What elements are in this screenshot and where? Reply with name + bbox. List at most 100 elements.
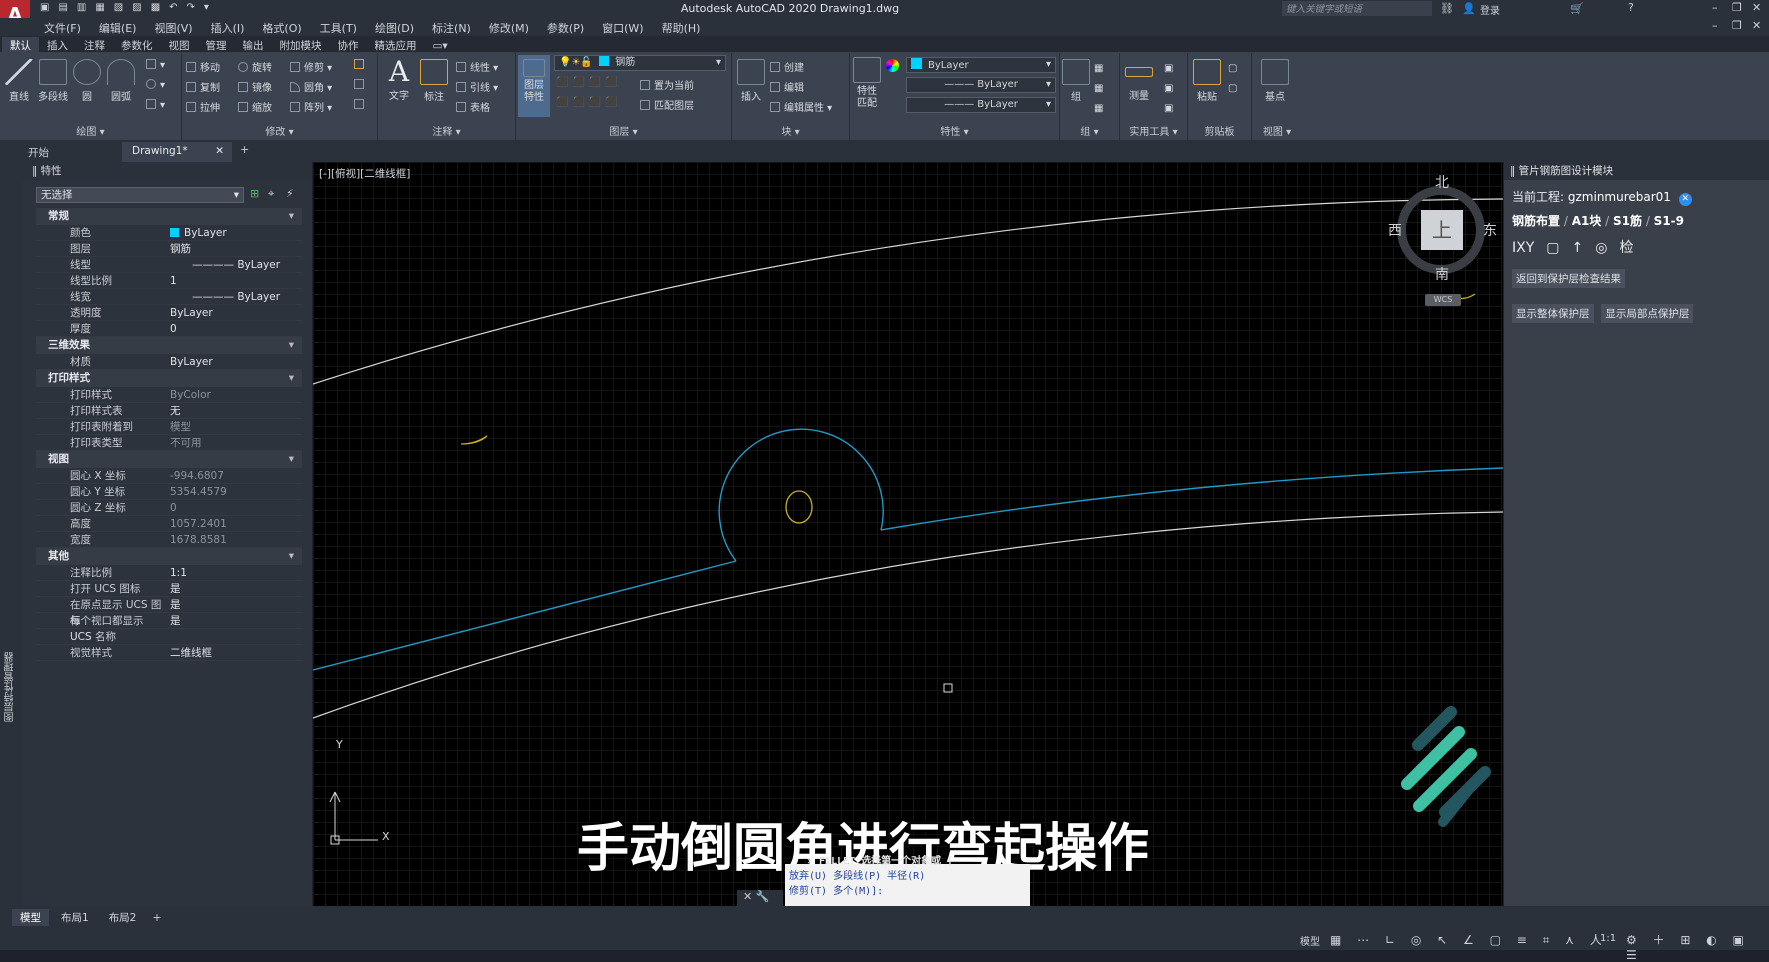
lineweight-dropdown[interactable]: ——— ByLayer ▾ — [906, 97, 1056, 113]
polyline-button[interactable]: 多段线 — [36, 59, 70, 103]
rotate-button[interactable]: 旋转 — [238, 59, 272, 74]
property-value[interactable]: 1:1 — [166, 565, 302, 580]
box-icon[interactable]: ▢ — [1546, 240, 1559, 256]
status-tools[interactable]: ▦ ⋯ ∟ ◎ ↖ ∠ ▢ ≡ ⌗ ⋏ 人 — [1330, 931, 1608, 948]
property-value[interactable]: -994.6807 — [166, 468, 302, 483]
panel-grip[interactable]: ‖ — [1510, 165, 1519, 177]
help-icon[interactable]: ? — [1628, 1, 1634, 14]
menu-item-2[interactable]: 视图(V) — [154, 20, 192, 36]
clipboard-tools[interactable]: ▢ ▢ — [1228, 59, 1237, 99]
layer-manager-vertical-label[interactable]: 图层特性管理器 — [3, 652, 18, 722]
arc-button[interactable]: 圆弧 — [106, 59, 136, 103]
property-value[interactable]: ———— ByLayer — [166, 289, 302, 304]
property-value[interactable]: 1678.8581 — [166, 532, 302, 547]
property-value[interactable]: 0 — [166, 321, 302, 336]
mirror-button[interactable]: 镜像 — [238, 79, 272, 94]
property-row[interactable]: 圆心 Y 坐标 5354.4579 — [36, 484, 302, 500]
breadcrumb-item[interactable]: A1块 — [1572, 214, 1602, 228]
show-local-cover-button[interactable]: 显示局部点保护层 — [1601, 304, 1694, 323]
layer-properties-button[interactable]: 图层 特性 — [518, 55, 550, 117]
viewcube[interactable]: 上 北 南 西 东 WCS — [1383, 174, 1503, 306]
property-value[interactable]: ByLayer — [166, 354, 302, 369]
camera-icon[interactable]: ◎ — [1595, 240, 1607, 256]
ribbon-tab-5[interactable]: 管理 — [198, 37, 235, 54]
property-row[interactable]: UCS 名称 — [36, 629, 302, 645]
ribbon-tab-3[interactable]: 参数化 — [113, 37, 161, 54]
menu-item-0[interactable]: 文件(F) — [44, 20, 81, 36]
restore-button[interactable]: ❐ — [1732, 1, 1742, 14]
move-button[interactable]: 移动 — [186, 59, 220, 74]
ribbon-tab-4[interactable]: 视图 — [161, 37, 198, 54]
new-tab-button[interactable]: + — [240, 143, 249, 156]
property-value[interactable]: ByColor — [166, 387, 302, 402]
copy-button[interactable]: 复制 — [186, 79, 220, 94]
stretch-button[interactable]: 拉伸 — [186, 99, 220, 114]
hatch-tool[interactable]: ▾ — [146, 79, 165, 91]
status-right-tools[interactable]: ⚙ ＋ ⊞ ◐ ▣ ☰ — [1626, 931, 1769, 962]
ribbon-tab-0[interactable]: 默认 — [2, 37, 39, 54]
property-row[interactable]: 宽度 1678.8581 — [36, 532, 302, 548]
show-whole-cover-button[interactable]: 显示整体保护层 — [1512, 304, 1594, 323]
cart-icon[interactable]: 🛒 — [1570, 2, 1584, 15]
property-row[interactable]: 线型比例 1 — [36, 273, 302, 289]
doc-minimize-button[interactable]: – — [1712, 19, 1718, 32]
region-tool[interactable]: ▾ — [146, 99, 165, 111]
menu-item-10[interactable]: 窗口(W) — [602, 20, 643, 36]
section-header[interactable]: 打印样式 — [36, 370, 302, 387]
scale-button[interactable]: 缩放 — [238, 99, 272, 114]
property-row[interactable]: 线型 ———— ByLayer — [36, 257, 302, 273]
doc-close-button[interactable]: ✕ — [1752, 19, 1761, 32]
property-row[interactable]: 材质 ByLayer — [36, 354, 302, 370]
line-button[interactable]: 直线 — [4, 59, 34, 103]
layer-tools-row1[interactable]: ⬛⬛⬛⬛ — [556, 77, 622, 88]
doc-restore-button[interactable]: ❐ — [1732, 19, 1742, 32]
compass-east[interactable]: 东 — [1483, 220, 1497, 240]
property-value[interactable]: 不可用 — [166, 435, 302, 450]
insert-button[interactable]: 插入 — [736, 59, 766, 103]
group-tools[interactable]: ▦ ▦ ▦ — [1094, 59, 1103, 119]
color-wheel-icon[interactable] — [886, 59, 899, 72]
breadcrumb-item[interactable]: S1筋 — [1613, 214, 1642, 228]
fillet-button[interactable]: 圆角 ▾ — [290, 79, 332, 94]
model-space-toggle[interactable]: 模型 — [1300, 933, 1320, 948]
group-button[interactable]: 组 — [1062, 59, 1090, 103]
layer-dropdown[interactable]: 💡☀🔓 钢筋 ▾ — [554, 55, 726, 71]
property-row[interactable]: 圆心 X 坐标 -994.6807 — [36, 468, 302, 484]
property-value[interactable]: 1 — [166, 273, 302, 288]
property-row[interactable]: 颜色 ByLayer — [36, 225, 302, 241]
toggle-pickadd-icon[interactable]: ⊞ — [250, 187, 259, 200]
edit-block-button[interactable]: 编辑 — [770, 79, 804, 94]
linetype-dropdown[interactable]: ——— ByLayer ▾ — [906, 77, 1056, 93]
property-value[interactable]: 二维线框 — [166, 645, 302, 660]
property-row[interactable]: 打开 UCS 图标 是 — [36, 581, 302, 597]
property-value[interactable]: 0 — [166, 500, 302, 515]
property-row[interactable]: 视觉样式 二维线框 — [36, 645, 302, 661]
table-button[interactable]: 表格 — [456, 99, 490, 114]
selection-dropdown[interactable]: 无选择 ▾ — [36, 187, 244, 203]
ribbon-view-toggle-icon[interactable]: ▭▾ — [425, 39, 456, 53]
binoculars-icon[interactable]: ⛓ — [1440, 2, 1454, 15]
breadcrumb-item[interactable]: 钢筋布置 — [1512, 214, 1560, 228]
layout-tab-1[interactable]: 布局1 — [53, 909, 97, 926]
leader-button[interactable]: 引线 ▾ — [456, 79, 498, 94]
section-header[interactable]: 常规 — [36, 208, 302, 225]
search-input[interactable]: 键入关键字或短语 — [1282, 1, 1432, 16]
menu-item-6[interactable]: 绘图(D) — [375, 20, 414, 36]
ribbon-tab-2[interactable]: 注释 — [76, 37, 113, 54]
ribbon-tab-7[interactable]: 附加模块 — [272, 37, 330, 54]
property-row[interactable]: 厚度 0 — [36, 321, 302, 337]
property-row[interactable]: 打印表附着到 模型 — [36, 419, 302, 435]
erase-button[interactable] — [354, 59, 368, 71]
property-row[interactable]: 图层 钢筋 — [36, 241, 302, 257]
close-button[interactable]: ✕ — [1752, 1, 1761, 14]
property-row[interactable]: 打印样式 ByColor — [36, 387, 302, 403]
layout-tab-2[interactable]: 布局2 — [101, 909, 145, 926]
property-row[interactable]: 注释比例 1:1 — [36, 565, 302, 581]
add-layout-button[interactable]: + — [152, 911, 161, 924]
layer-tools-row2[interactable]: ⬛⬛⬛⬛ — [556, 97, 622, 108]
paste-button[interactable]: 粘贴 — [1192, 59, 1222, 103]
compass-west[interactable]: 西 — [1388, 220, 1402, 240]
minimize-button[interactable]: – — [1712, 1, 1718, 14]
breadcrumb-item[interactable]: S1-9 — [1654, 214, 1684, 228]
property-value[interactable]: 是 — [166, 613, 302, 628]
